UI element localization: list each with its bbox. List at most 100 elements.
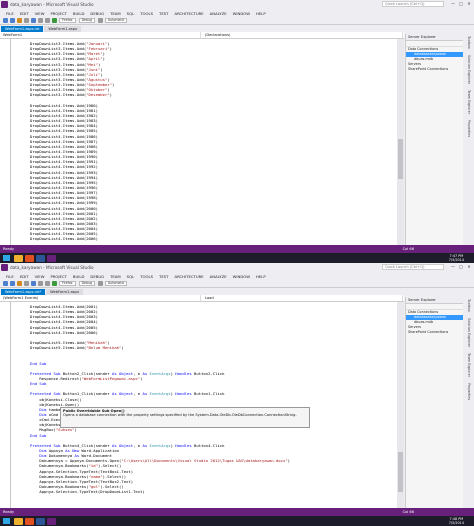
undo-icon[interactable] <box>38 281 43 286</box>
menu-file[interactable]: FILE <box>6 274 14 279</box>
automatic-select[interactable]: Automatic <box>105 281 128 286</box>
solution-explorer-tab[interactable]: Solution Explorer <box>467 318 471 347</box>
run-icon[interactable] <box>52 281 57 286</box>
menu-sql[interactable]: SQL <box>127 274 135 279</box>
server-explorer-title: Server Explorer <box>406 297 463 304</box>
team-explorer-tab[interactable]: Team Explorer <box>467 353 471 377</box>
toolbox-tab[interactable]: Toolbox <box>467 36 471 49</box>
menu-test[interactable]: TEST <box>159 11 168 16</box>
menu-tools[interactable]: TOOLS <box>140 274 153 279</box>
explorer-icon[interactable] <box>14 254 23 262</box>
editor-gutter <box>0 302 28 514</box>
class-dropdown[interactable]: (WebForm1 Events) <box>1 295 201 301</box>
quick-launch-input[interactable]: Quick Launch (Ctrl+Q) <box>382 1 444 7</box>
menu-edit[interactable]: EDIT <box>20 11 29 16</box>
menu-build[interactable]: BUILD <box>73 274 85 279</box>
tree-sharepoint[interactable]: SharePoint Connections <box>406 330 463 335</box>
open-file-icon[interactable] <box>24 18 29 23</box>
maximize-icon[interactable]: □ <box>457 1 465 7</box>
menu-window[interactable]: WINDOW <box>233 11 250 16</box>
menu-test[interactable]: TEST <box>159 274 168 279</box>
menu-help[interactable]: HELP <box>256 11 266 16</box>
word-icon[interactable] <box>36 517 45 525</box>
member-dropdown[interactable]: (Declarations) <box>203 32 403 38</box>
class-dropdown[interactable]: WebForm1 <box>1 32 201 38</box>
code-editor[interactable]: DropDownList4.Items.Add(2001) DropDownLis… <box>0 302 404 514</box>
toolbar: Firefox Debug Automatic <box>0 17 474 25</box>
menu-project[interactable]: PROJECT <box>50 11 66 16</box>
tooltip-description: Opens a database connection with the pro… <box>63 413 297 418</box>
menu-team[interactable]: TEAM <box>110 274 121 279</box>
run-icon[interactable] <box>52 18 57 23</box>
scroll-thumb[interactable] <box>398 139 403 179</box>
config-select[interactable]: Debug <box>78 281 96 286</box>
new-project-icon[interactable] <box>17 281 22 286</box>
menu-team[interactable]: TEAM <box>110 11 121 16</box>
find-icon[interactable] <box>98 18 104 23</box>
clock: 7:47 PM 7/5/2014 <box>449 254 464 262</box>
side-tab-strip: Toolbox Solution Explorer Team Explorer … <box>464 297 474 518</box>
run-target-select[interactable]: Firefox <box>59 281 76 286</box>
intellisense-tooltip: Public Overridable Sub Open() Opens a da… <box>60 407 310 428</box>
firefox-icon[interactable] <box>25 254 34 262</box>
menu-analyze[interactable]: ANALYZE <box>210 274 227 279</box>
toolbox-tab[interactable]: Toolbox <box>467 299 471 312</box>
run-target-select[interactable]: Firefox <box>59 18 76 23</box>
menu-analyze[interactable]: ANALYZE <box>210 11 227 16</box>
new-project-icon[interactable] <box>17 18 22 23</box>
vertical-scrollbar[interactable] <box>397 302 404 514</box>
automatic-select[interactable]: Automatic <box>105 18 128 23</box>
start-icon[interactable] <box>3 255 10 261</box>
firefox-icon[interactable] <box>25 517 34 525</box>
vertical-scrollbar[interactable] <box>397 39 404 251</box>
menu-build[interactable]: BUILD <box>73 11 85 16</box>
scroll-thumb[interactable] <box>398 452 403 492</box>
redo-icon[interactable] <box>45 18 50 23</box>
minimize-icon[interactable]: — <box>449 264 457 270</box>
menu-debug[interactable]: DEBUG <box>90 274 104 279</box>
code-editor[interactable]: DropDownList3.Items.Add("Januari") DropDo… <box>0 39 404 251</box>
team-explorer-tab[interactable]: Team Explorer <box>467 90 471 114</box>
menu-view[interactable]: VIEW <box>35 274 45 279</box>
close-icon[interactable]: ✕ <box>465 1 473 7</box>
menu-help[interactable]: HELP <box>256 274 266 279</box>
cursor-position: Col 66 <box>402 247 414 251</box>
outline-line <box>10 302 11 514</box>
quick-launch-input[interactable]: Quick Launch (Ctrl+Q) <box>382 264 444 270</box>
menu-edit[interactable]: EDIT <box>20 274 29 279</box>
properties-tab[interactable]: Properties <box>467 120 471 137</box>
back-icon[interactable] <box>3 18 8 23</box>
menu-project[interactable]: PROJECT <box>50 274 66 279</box>
menu-architecture[interactable]: ARCHITECTURE <box>174 274 203 279</box>
document-tabs: WebForm1.aspx.vb* WebForm1.aspx <box>0 288 404 295</box>
menu-debug[interactable]: DEBUG <box>90 11 104 16</box>
word-icon[interactable] <box>36 254 45 262</box>
back-icon[interactable] <box>3 281 8 286</box>
visual-studio-icon[interactable] <box>47 254 56 262</box>
redo-icon[interactable] <box>45 281 50 286</box>
menu-tools[interactable]: TOOLS <box>140 11 153 16</box>
config-select[interactable]: Debug <box>78 18 96 23</box>
undo-icon[interactable] <box>38 18 43 23</box>
close-icon[interactable]: ✕ <box>465 264 473 270</box>
forward-icon[interactable] <box>10 281 15 286</box>
menu-architecture[interactable]: ARCHITECTURE <box>174 11 203 16</box>
solution-explorer-tab[interactable]: Solution Explorer <box>467 55 471 84</box>
forward-icon[interactable] <box>10 18 15 23</box>
minimize-icon[interactable]: — <box>449 1 457 7</box>
save-icon[interactable] <box>31 281 36 286</box>
find-icon[interactable] <box>98 281 104 286</box>
properties-tab[interactable]: Properties <box>467 383 471 400</box>
save-icon[interactable] <box>31 18 36 23</box>
tree-sharepoint[interactable]: SharePoint Connections <box>406 67 463 72</box>
open-file-icon[interactable] <box>24 281 29 286</box>
member-dropdown[interactable]: Load <box>203 295 403 301</box>
menu-view[interactable]: VIEW <box>35 11 45 16</box>
menu-window[interactable]: WINDOW <box>233 274 250 279</box>
visual-studio-icon[interactable] <box>47 517 56 525</box>
explorer-icon[interactable] <box>14 517 23 525</box>
menu-file[interactable]: FILE <box>6 11 14 16</box>
start-icon[interactable] <box>3 518 10 524</box>
menu-sql[interactable]: SQL <box>127 11 135 16</box>
maximize-icon[interactable]: □ <box>457 264 465 270</box>
